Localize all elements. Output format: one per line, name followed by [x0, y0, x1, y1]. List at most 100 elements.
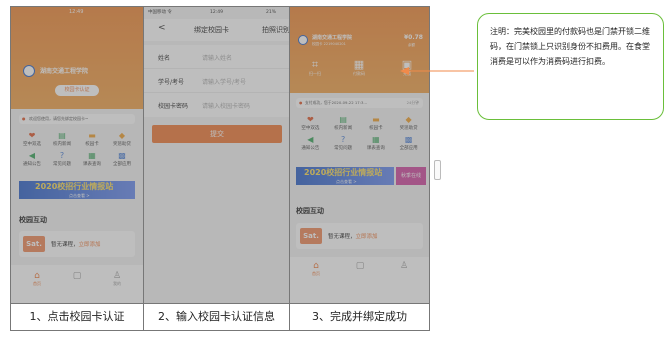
- app-grid: ❤ 空中双选 ▤ 校内新闻 ▬ 校园卡 ◆ 奖惩助贷 ◀ 通知公告 ? 常见问题 ▦ 课表查询 ▩ 全部应用: [17, 131, 137, 167]
- app-grid: ❤ 空中双选 ▤ 校内新闻 ▬ 校园卡 ◆ 奖惩助贷 ◀ 通知公告? 常见问题 ▦ 课表查询 ▩ 全部应用: [294, 115, 425, 151]
- app-grid-item[interactable]: ▤ 校内新闻: [327, 115, 360, 131]
- name-input[interactable]: 请输入姓名: [202, 53, 232, 62]
- nav-header: < 绑定校园卡 拍照识别: [144, 19, 289, 41]
- calendar-icon: ▦: [372, 135, 380, 144]
- nav-me[interactable]: ♙: [394, 261, 414, 271]
- app-grid-item[interactable]: ▩ 全部应用: [392, 135, 425, 151]
- bottom-nav: ⌂ 首页 ▢ ♙: [290, 257, 429, 303]
- card-password-label: 校园卡密码: [158, 103, 189, 110]
- no-course-text: 暂无课程，立即添加: [328, 234, 378, 240]
- card-icon: ▬: [88, 131, 96, 140]
- question-icon: ?: [341, 135, 346, 144]
- app-grid-item[interactable]: ▩ 全部应用: [107, 151, 137, 167]
- sat-badge: Sat.: [300, 228, 322, 244]
- sat-badge: Sat.: [23, 236, 45, 252]
- app-grid-label: 空中双选: [23, 142, 41, 147]
- status-bar: 中国移动 令 12:49 21%: [148, 10, 277, 15]
- app-grid-item[interactable]: ? 常见问题: [327, 135, 360, 151]
- app-grid-label: 课表查询: [366, 146, 385, 151]
- add-course-link[interactable]: 立即添加: [79, 242, 101, 248]
- app-grid-item[interactable]: ▦ 课表查询: [77, 151, 107, 167]
- app-grid-item[interactable]: ◀ 通知公告: [17, 151, 47, 167]
- app-grid-item[interactable]: ❤ 空中双选: [17, 131, 47, 147]
- bell-icon: ●: [22, 116, 26, 121]
- student-id-label: 学号/考号: [158, 79, 185, 86]
- app-grid-label: 校园卡: [85, 142, 99, 147]
- nav-messages[interactable]: ▢: [350, 261, 370, 271]
- card-icon: ▬: [372, 115, 380, 124]
- panel-2: 中国移动 令 12:49 21% < 绑定校园卡 拍照识别 姓名 请输入姓名 学…: [144, 7, 289, 303]
- app-grid-item[interactable]: ▬ 校园卡: [77, 131, 107, 147]
- banner-sub: 点击查看 >: [336, 179, 357, 184]
- balance: ¥0.78: [404, 34, 423, 41]
- book-icon: ▤: [339, 115, 347, 124]
- photo-recognize-button[interactable]: 拍照识别: [262, 25, 289, 35]
- app-grid-label: 校内新闻: [53, 142, 71, 147]
- recruit-banner[interactable]: 2020校招行业情报站 点击查看 >: [296, 167, 394, 185]
- app-grid-label: 奖惩助贷: [399, 126, 418, 131]
- app-grid-label: 校园卡: [369, 126, 383, 131]
- app-grid-label: 通知公告: [23, 162, 41, 167]
- status-bar: 12:49: [69, 9, 84, 15]
- card-password-row: 校园卡密码 请输入校园卡密码: [144, 93, 289, 117]
- app-grid-item[interactable]: ❤ 空中双选: [294, 115, 327, 131]
- app-grid-label: 常见问题: [53, 162, 71, 167]
- app-grid-item[interactable]: ▤ 校内新闻: [47, 131, 77, 147]
- home-icon: ⌂: [313, 261, 319, 271]
- panel-1: 12:49 湖南交通工程学院 校园卡认证 ● 欢迎您使用，请您先绑定校园卡~ ❤…: [11, 7, 143, 303]
- book-icon: ▤: [58, 131, 66, 140]
- scan-icon: ⌗: [311, 58, 319, 71]
- notice-time: 24分钟: [406, 100, 419, 105]
- school-logo: [23, 65, 35, 77]
- notice-bar: ● 欢迎您使用，请您先绑定校园卡~: [19, 114, 135, 124]
- app-grid-label: 通知公告: [301, 146, 320, 151]
- app-grid-item[interactable]: ? 常见问题: [47, 151, 77, 167]
- app-grid-item[interactable]: ◀ 通知公告: [294, 135, 327, 151]
- resize-handle[interactable]: [434, 160, 441, 180]
- app-grid-label: 全部应用: [399, 146, 418, 151]
- app-grid-item[interactable]: ◆ 奖惩助贷: [107, 131, 137, 147]
- section-title: 校园互动: [19, 216, 47, 224]
- nav-messages[interactable]: ▢: [67, 271, 87, 281]
- name-row: 姓名 请输入姓名: [144, 45, 289, 69]
- app-grid-label: 奖惩助贷: [113, 142, 131, 147]
- apps-icon: ▩: [118, 151, 126, 160]
- speaker-icon: ◀: [28, 151, 36, 160]
- banner-title: 2020校招行业情报站: [35, 182, 114, 191]
- user-icon: ♙: [399, 261, 409, 271]
- panel-3: 湖南交通工程学院 校园卡 2219040201 ¥0.78 余额 ⌗ 扫一扫 ▦ 付…: [290, 7, 429, 303]
- pay-code-button[interactable]: ▦ 付款码: [350, 59, 368, 77]
- card-password-input[interactable]: 请输入校园卡密码: [202, 101, 250, 110]
- school-name: 湖南交通工程学院: [40, 68, 89, 75]
- add-course-link[interactable]: 立即添加: [356, 234, 378, 240]
- app-grid-label: 课表查询: [83, 162, 101, 167]
- nav-home[interactable]: ⌂ 首页: [27, 271, 47, 287]
- nav-me[interactable]: ♙ 我的: [107, 271, 127, 287]
- nav-home[interactable]: ⌂ 首页: [306, 261, 326, 277]
- caption-step-3: 3、完成并绑定成功: [312, 310, 407, 323]
- submit-button[interactable]: 提交: [152, 125, 282, 143]
- recharge-button[interactable]: ▣ 充值: [398, 59, 416, 77]
- recruit-banner[interactable]: 2020校招行业情报站 点击查看 >: [19, 181, 135, 199]
- scan-button[interactable]: ⌗ 扫一扫: [306, 59, 324, 77]
- wallet-icon: ▣: [401, 58, 413, 71]
- app-grid-item[interactable]: ▦ 课表查询: [360, 135, 393, 151]
- notice-bar: ● 支付成功，您于2020-09-22 17:3… 24分钟: [296, 98, 423, 108]
- app-grid-item[interactable]: ◆ 奖惩助贷: [392, 115, 425, 131]
- side-banner[interactable]: 秋季在线: [396, 167, 426, 185]
- form: 姓名 请输入姓名 学号/考号 请输入学号/考号 校园卡密码 请输入校园卡密码: [144, 45, 289, 117]
- back-button[interactable]: <: [158, 23, 166, 33]
- card-auth-button[interactable]: 校园卡认证: [55, 85, 99, 96]
- qrcode-icon: ▦: [353, 58, 365, 71]
- balance-label: 余额: [408, 43, 415, 47]
- card-number: 校园卡 2219040201: [312, 42, 346, 46]
- name-label: 姓名: [158, 55, 171, 62]
- no-course-text: 暂无课程，立即添加: [51, 242, 101, 248]
- app-grid-label: 常见问题: [334, 146, 353, 151]
- student-id-input[interactable]: 请输入学号/考号: [202, 77, 246, 86]
- caption-step-1: 1、点击校园卡认证: [29, 310, 125, 323]
- school-name: 湖南交通工程学院: [312, 35, 353, 41]
- home-icon: ⌂: [34, 271, 40, 281]
- handshake-icon: ❤: [28, 131, 36, 140]
- app-grid-item[interactable]: ▬ 校园卡: [360, 115, 393, 131]
